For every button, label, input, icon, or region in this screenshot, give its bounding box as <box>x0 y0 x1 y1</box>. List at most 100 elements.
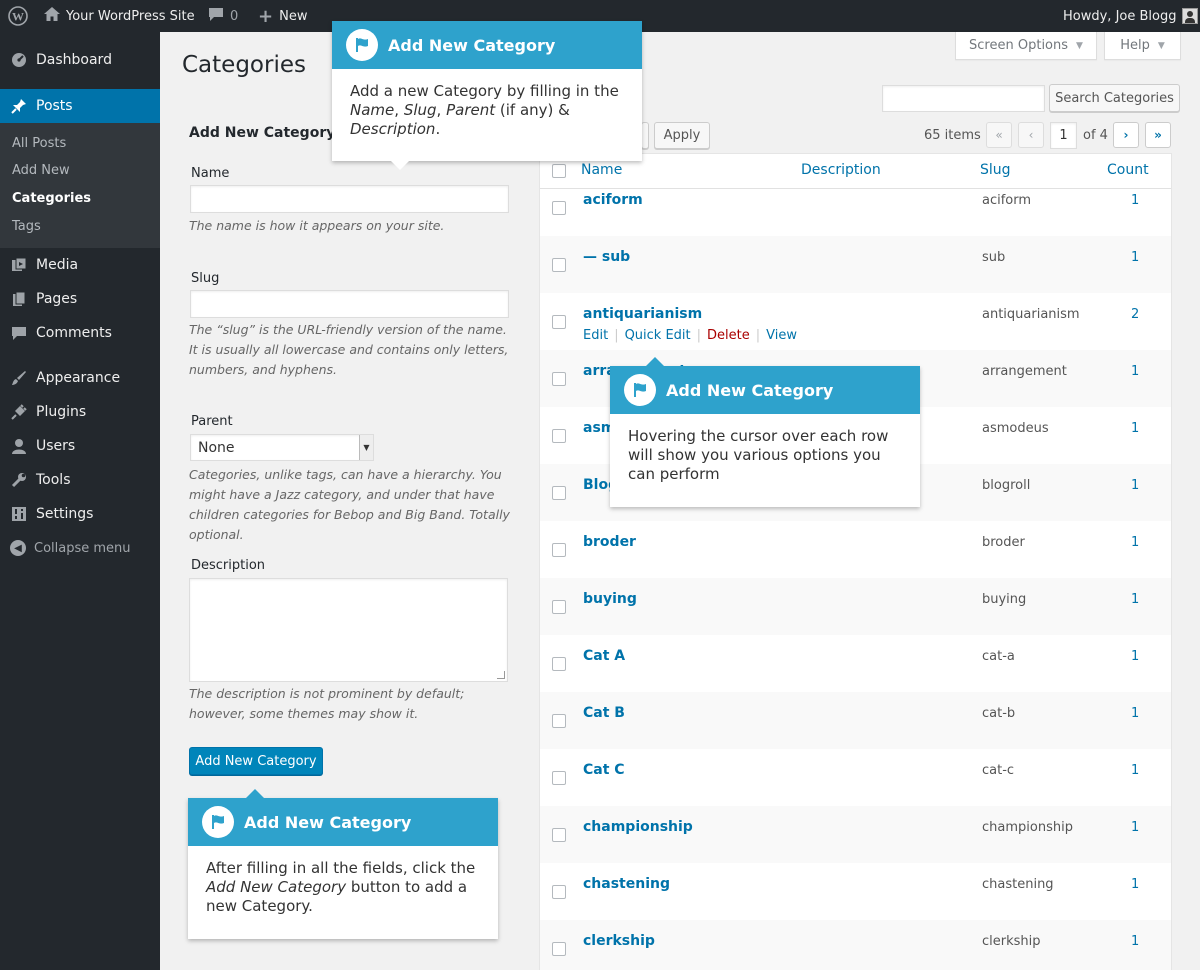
category-count-link[interactable]: 2 <box>1131 307 1139 322</box>
menu-item-media[interactable]: Media <box>0 248 160 282</box>
select-all-checkbox[interactable] <box>552 164 566 178</box>
category-name-link[interactable]: Cat A <box>583 648 625 664</box>
category-count-link[interactable]: 1 <box>1131 478 1139 493</box>
menu-item-users[interactable]: Users <box>0 429 160 463</box>
category-count-link[interactable]: 1 <box>1131 763 1139 778</box>
menu-label-settings: Settings <box>36 506 94 522</box>
screen-options-tab[interactable]: Screen Options ▼ <box>955 32 1097 60</box>
name-input[interactable] <box>190 185 509 213</box>
category-name-link[interactable]: Cat C <box>583 762 625 778</box>
column-header-count[interactable]: Count <box>1107 162 1149 178</box>
category-name-link[interactable]: broder <box>583 534 636 550</box>
row-checkbox[interactable] <box>552 543 566 557</box>
row-checkbox[interactable] <box>552 258 566 272</box>
row-checkbox[interactable] <box>552 714 566 728</box>
menu-item-posts[interactable]: Posts <box>0 89 160 123</box>
account-link[interactable]: Howdy, Joe Blogg <box>1063 0 1199 32</box>
category-count-link[interactable]: 1 <box>1131 706 1139 721</box>
category-name-link[interactable]: aciform <box>583 192 643 208</box>
search-categories-button[interactable]: Search Categories <box>1049 84 1180 112</box>
menu-item-pages[interactable]: Pages <box>0 282 160 316</box>
submenu-all-posts[interactable]: All Posts <box>12 136 66 151</box>
collapse-menu-button[interactable]: ◀ Collapse menu <box>10 540 131 556</box>
row-checkbox[interactable] <box>552 600 566 614</box>
category-name-link[interactable]: Cat B <box>583 705 625 721</box>
category-name-link[interactable]: championship <box>583 819 693 835</box>
site-name-link[interactable]: Your WordPress Site <box>44 0 195 32</box>
category-name-link[interactable]: buying <box>583 591 637 607</box>
resize-handle-icon[interactable] <box>497 671 505 679</box>
column-header-name[interactable]: Name <box>581 162 622 178</box>
table-row[interactable]: Cat B cat-b 1 <box>540 692 1171 749</box>
menu-item-dashboard[interactable]: Dashboard <box>0 43 160 77</box>
quick-edit-link[interactable]: Quick Edit <box>625 328 691 343</box>
category-count-link[interactable]: 1 <box>1131 535 1139 550</box>
category-name-link[interactable]: chastening <box>583 876 670 892</box>
menu-item-settings[interactable]: Settings <box>0 497 160 531</box>
category-slug: aciform <box>982 193 1032 208</box>
comments-link[interactable]: 0 <box>208 0 238 32</box>
view-link[interactable]: View <box>766 328 797 343</box>
category-name-link[interactable]: clerkship <box>583 933 655 949</box>
category-name-link[interactable]: antiquarianism <box>583 306 702 322</box>
menu-item-tools[interactable]: Tools <box>0 463 160 497</box>
row-checkbox[interactable] <box>552 429 566 443</box>
category-count-link[interactable]: 1 <box>1131 877 1139 892</box>
prev-page-button[interactable]: ‹ <box>1018 122 1044 148</box>
menu-item-comments[interactable]: Comments <box>0 316 160 350</box>
flag-icon <box>346 29 378 61</box>
first-page-button[interactable]: « <box>986 122 1012 148</box>
table-row[interactable]: Cat A cat-a 1 <box>540 635 1171 692</box>
wordpress-logo-icon[interactable]: W <box>8 0 28 32</box>
table-row[interactable]: buying buying 1 <box>540 578 1171 635</box>
next-page-button[interactable]: › <box>1113 122 1139 148</box>
row-checkbox[interactable] <box>552 828 566 842</box>
help-label: Help <box>1120 38 1150 53</box>
table-row[interactable]: Cat C cat-c 1 <box>540 749 1171 806</box>
column-header-slug[interactable]: Slug <box>980 162 1011 178</box>
delete-link[interactable]: Delete <box>707 328 750 343</box>
submenu-tags[interactable]: Tags <box>12 219 41 234</box>
row-checkbox[interactable] <box>552 372 566 386</box>
table-row[interactable]: clerkship clerkship 1 <box>540 920 1171 970</box>
category-name-link[interactable]: — sub <box>583 249 630 265</box>
current-page-input[interactable]: 1 <box>1050 122 1077 149</box>
description-textarea[interactable] <box>189 578 508 682</box>
edit-link[interactable]: Edit <box>583 328 608 343</box>
row-checkbox[interactable] <box>552 771 566 785</box>
row-checkbox[interactable] <box>552 486 566 500</box>
menu-item-appearance[interactable]: Appearance <box>0 361 160 395</box>
table-row[interactable]: chastening chastening 1 <box>540 863 1171 920</box>
bulk-actions-select-edge[interactable] <box>641 122 649 149</box>
table-row[interactable]: championship championship 1 <box>540 806 1171 863</box>
search-input[interactable] <box>882 85 1045 112</box>
table-row[interactable]: aciform aciform 1 <box>540 179 1171 236</box>
row-checkbox[interactable] <box>552 942 566 956</box>
parent-select[interactable]: None ▼ <box>190 434 374 461</box>
table-row[interactable]: antiquarianism antiquarianism 2 Edit | Quick … <box>540 293 1171 350</box>
add-new-category-button[interactable]: Add New Category <box>189 747 323 775</box>
slug-input[interactable] <box>190 290 509 318</box>
column-header-description[interactable]: Description <box>801 162 881 178</box>
table-row[interactable]: broder broder 1 <box>540 521 1171 578</box>
row-checkbox[interactable] <box>552 315 566 329</box>
help-tab[interactable]: Help ▼ <box>1104 32 1181 60</box>
category-count-link[interactable]: 1 <box>1131 364 1139 379</box>
last-page-button[interactable]: » <box>1145 122 1171 148</box>
category-count-link[interactable]: 1 <box>1131 820 1139 835</box>
submenu-categories[interactable]: Categories <box>12 191 91 206</box>
apply-button[interactable]: Apply <box>654 122 710 149</box>
table-row[interactable]: — sub sub 1 <box>540 236 1171 293</box>
category-count-link[interactable]: 1 <box>1131 649 1139 664</box>
new-content-link[interactable]: + New <box>258 0 307 32</box>
category-count-link[interactable]: 1 <box>1131 193 1139 208</box>
row-checkbox[interactable] <box>552 657 566 671</box>
category-count-link[interactable]: 1 <box>1131 934 1139 949</box>
menu-item-plugins[interactable]: Plugins <box>0 395 160 429</box>
row-checkbox[interactable] <box>552 885 566 899</box>
row-checkbox[interactable] <box>552 201 566 215</box>
category-count-link[interactable]: 1 <box>1131 250 1139 265</box>
category-count-link[interactable]: 1 <box>1131 592 1139 607</box>
submenu-add-new[interactable]: Add New <box>12 163 70 178</box>
category-count-link[interactable]: 1 <box>1131 421 1139 436</box>
